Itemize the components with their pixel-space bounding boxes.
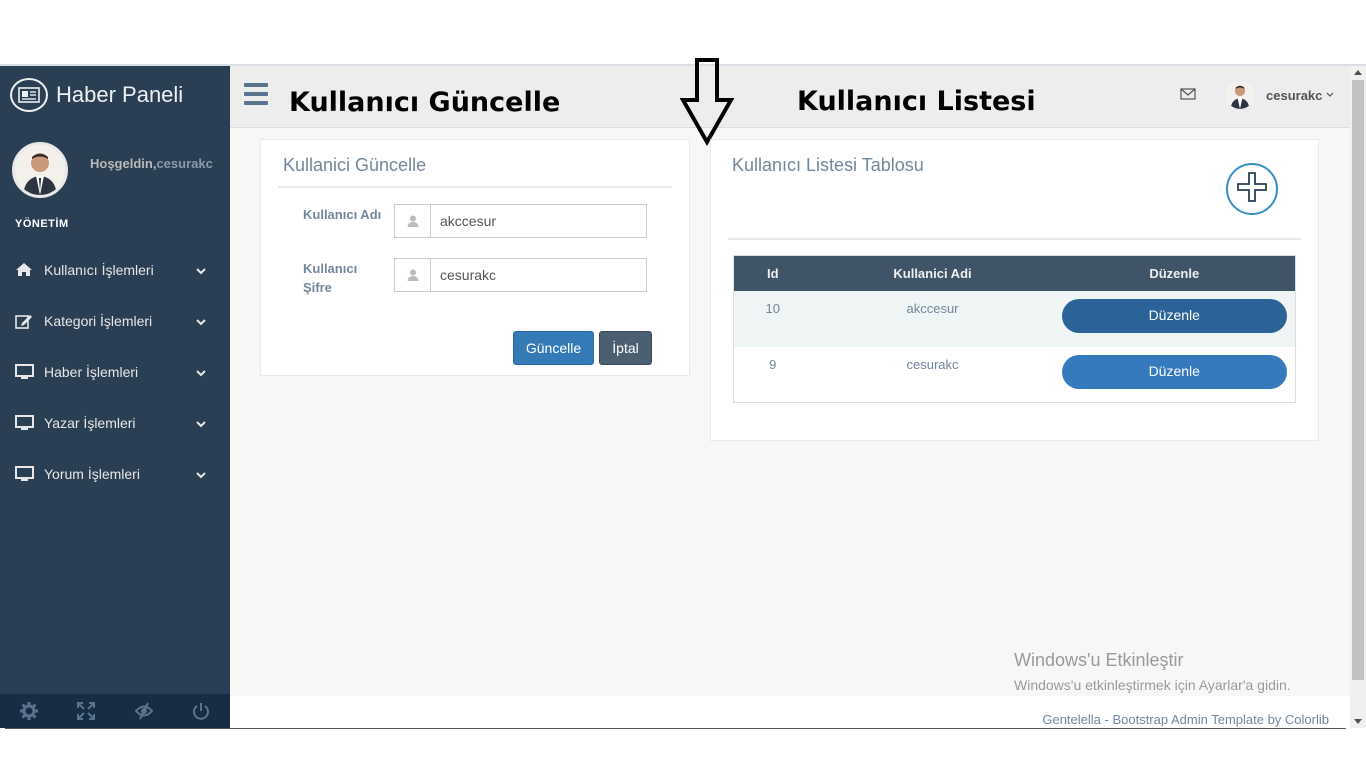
panel-divider	[728, 238, 1301, 240]
sidebar: Haber Paneli Hoşgeldin,cesurakc YÖNETİM …	[0, 66, 230, 728]
sidebar-footer	[0, 694, 230, 728]
user-icon	[395, 205, 431, 237]
column-header-edit: Düzenle	[1053, 255, 1296, 291]
username-label: Kullanıcı Adı	[303, 207, 382, 222]
update-button[interactable]: Güncelle	[513, 331, 594, 365]
settings-icon[interactable]	[0, 694, 58, 728]
sidebar-item-kategori[interactable]: Kategori İşlemleri	[0, 295, 230, 346]
annotation-left: Kullanıcı Güncelle	[289, 87, 561, 118]
chevron-down-icon	[196, 466, 206, 482]
plus-icon	[1235, 170, 1269, 209]
newspaper-icon	[10, 78, 48, 112]
table-row: 9 cesurakc Düzenle	[734, 347, 1296, 403]
password-label: Kullanıcı Şifre	[303, 261, 358, 295]
sidebar-item-label: Haber İşlemleri	[44, 363, 139, 380]
profile-avatar	[12, 142, 68, 198]
cell-username: akccesur	[811, 290, 1054, 347]
cell-action: Düzenle	[1053, 290, 1296, 347]
envelope-icon[interactable]	[1180, 87, 1196, 105]
power-icon[interactable]	[173, 694, 231, 728]
sidebar-item-yorum[interactable]: Yorum İşlemleri	[0, 448, 230, 499]
update-form-title: Kullanici Güncelle	[283, 155, 427, 175]
username-value: akccesur	[440, 213, 497, 229]
scroll-up-icon[interactable]	[1354, 70, 1362, 75]
eye-slash-icon[interactable]	[115, 694, 173, 728]
user-icon	[395, 259, 431, 291]
down-arrow-icon	[679, 58, 735, 151]
chevron-down-icon	[1326, 92, 1334, 98]
sidebar-item-label: Kullanıcı İşlemleri	[44, 261, 154, 278]
page-footer: Gentelella - Bootstrap Admin Template by…	[230, 696, 1350, 728]
user-menu[interactable]: cesurakc	[1226, 81, 1334, 109]
user-list-title: Kullanıcı Listesi Tablosu	[732, 155, 924, 175]
column-header-id: Id	[733, 255, 812, 291]
watermark-subtitle: Windows'u etkinleştirmek için Ayarlar'a …	[1014, 677, 1291, 693]
home-icon	[15, 262, 37, 277]
annotation-right: Kullanıcı Listesi	[797, 86, 1036, 117]
activation-watermark: Windows'u Etkinleştir Windows'u etkinleş…	[1014, 650, 1291, 693]
edit-button[interactable]: Düzenle	[1061, 354, 1287, 389]
cell-id: 9	[769, 356, 777, 372]
chevron-down-icon	[196, 415, 206, 431]
sidebar-item-haber[interactable]: Haber İşlemleri	[0, 346, 230, 397]
sidebar-item-yazar[interactable]: Yazar İşlemleri	[0, 397, 230, 448]
menu-section-title: YÖNETİM	[15, 218, 69, 230]
cell-id: 10	[733, 290, 812, 347]
profile-username: cesurakc	[156, 156, 213, 171]
add-user-button[interactable]	[1226, 163, 1278, 215]
footer-text[interactable]: Gentelella - Bootstrap Admin Template by…	[1042, 712, 1329, 727]
panel-divider	[278, 186, 672, 188]
bottom-divider	[5, 728, 1346, 729]
cell-username: cesurakc	[906, 356, 959, 372]
user-menu-name: cesurakc	[1266, 87, 1323, 103]
username-field[interactable]: akccesur	[394, 204, 647, 238]
desktop-icon	[15, 465, 37, 482]
table-row: 10 akccesur Düzenle	[733, 290, 1296, 347]
chevron-down-icon	[196, 262, 206, 278]
table-header-row: Id Kullanici Adi Düzenle	[733, 255, 1296, 291]
scroll-down-icon[interactable]	[1354, 719, 1362, 724]
desktop-icon	[15, 414, 37, 431]
password-field[interactable]: cesurakc	[394, 258, 647, 292]
desktop-icon	[15, 363, 37, 380]
chevron-down-icon	[196, 364, 206, 380]
sidebar-item-kullanici[interactable]: Kullanıcı İşlemleri	[0, 244, 230, 295]
sidebar-item-label: Kategori İşlemleri	[44, 312, 153, 329]
greeting-text: Hoşgeldin,	[90, 156, 157, 171]
brand[interactable]: Haber Paneli	[10, 78, 183, 112]
cancel-button[interactable]: İptal	[599, 331, 652, 365]
column-header-username: Kullanici Adi	[811, 255, 1054, 291]
scroll-thumb[interactable]	[1352, 80, 1364, 680]
welcome-text: Hoşgeldin,cesurakc	[90, 156, 213, 171]
edit-button[interactable]: Düzenle	[1061, 298, 1287, 333]
user-table: Id Kullanici Adi Düzenle 10 akccesur Düz…	[733, 255, 1296, 403]
sidebar-menu: Kullanıcı İşlemleri Kategori İşlemleri H…	[0, 244, 230, 499]
brand-title: Haber Paneli	[56, 82, 184, 107]
avatar	[1226, 81, 1254, 109]
sidebar-item-label: Yazar İşlemleri	[44, 414, 136, 431]
watermark-title: Windows'u Etkinleştir	[1014, 650, 1184, 670]
sidebar-item-label: Yorum İşlemleri	[44, 465, 140, 482]
cell-action: Düzenle	[1054, 347, 1296, 403]
vertical-scrollbar[interactable]	[1350, 66, 1366, 728]
menu-toggle-icon[interactable]	[244, 83, 268, 105]
fullscreen-icon[interactable]	[58, 694, 116, 728]
password-value: cesurakc	[440, 267, 497, 283]
edit-icon	[15, 313, 37, 329]
chevron-down-icon	[196, 313, 206, 329]
